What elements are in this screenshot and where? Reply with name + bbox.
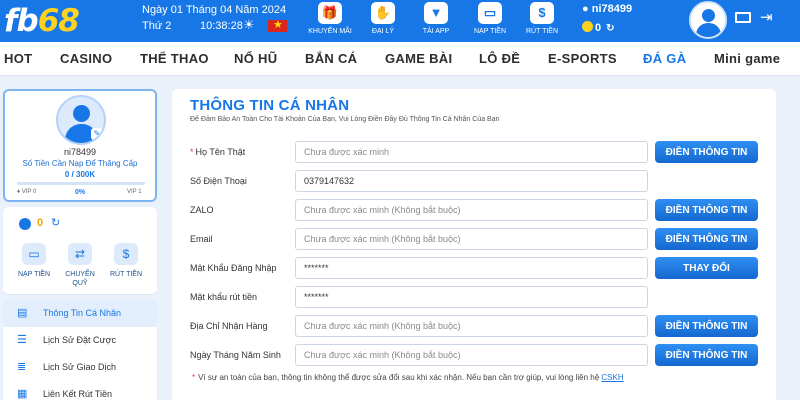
required-mark: * [192,373,196,382]
nav-lottery[interactable]: LÔ ĐỀ [479,51,520,67]
promotion-button[interactable]: 🎁 KHUYẾN MÃI [302,2,358,40]
link-icon: ▦ [17,388,28,400]
email-input[interactable] [295,228,648,250]
current-time: 10:38:28 [200,20,243,32]
nav-slots[interactable]: NỔ HŨ [234,51,277,67]
personal-info-panel: THÔNG TIN CÁ NHÂN Để Đảm Bảo An Toàn Cho… [172,89,776,400]
full-name-input[interactable] [295,141,648,163]
id-card-icon: ▤ [17,307,28,319]
brand-logo[interactable]: fb68 [4,3,80,39]
vip-next-badge: VIP 1 [127,189,142,195]
withdraw-password-input[interactable] [295,286,648,308]
sidebar-item-personal-info[interactable]: ▤ Thông Tin Cá Nhân [3,301,157,327]
birthday-input[interactable] [295,344,648,366]
profile-username: ni78499 [63,147,97,157]
shipping-address-label: Địa Chỉ Nhận Hàng [190,321,268,331]
logout-icon[interactable]: ⇥ [760,10,773,26]
sidebar-item-withdraw-link[interactable]: ▦ Liên Kết Rút Tiền [3,382,157,400]
user-icon: ● [582,3,589,15]
email-label: Email [190,234,213,244]
withdraw-icon: $ [530,2,554,24]
fill-email-button[interactable]: ĐIỀN THÔNG TIN [655,228,758,250]
nav-esports[interactable]: E-SPORTS [548,51,617,67]
upgrade-progress-value: 0 / 300K [64,170,96,179]
profile-avatar[interactable]: ✎ [56,95,106,145]
phone-label: Số Điện Thoại [190,176,247,186]
nav-cockfighting[interactable]: ĐÁ GÀ [643,51,686,67]
login-password-input[interactable] [295,257,648,279]
header-username: ● ni78499 [582,3,633,15]
fill-zalo-button[interactable]: ĐIỀN THÔNG TIN [655,199,758,221]
required-mark: * [190,147,194,157]
wallet-withdraw-button[interactable]: $ RÚT TIỀN [103,243,149,279]
nav-sports[interactable]: THỂ THAO [140,51,209,67]
vip-current-badge: ♦ VIP 0 [17,189,37,195]
profile-card: ✎ ni78499 Số Tiền Cần Nạp Để Thăng Cấp 0… [3,89,157,202]
download-app-button[interactable]: ▼ TẢI APP [408,2,464,40]
deposit-button[interactable]: ▭ NẠP TIỀN [462,2,518,40]
mail-icon[interactable] [735,12,751,23]
transaction-icon: ≣ [17,361,27,373]
gift-icon: 🎁 [318,2,342,24]
nav-casino[interactable]: CASINO [60,51,112,67]
main-nav: HOT CASINO THỂ THAO NỔ HŨ BẮN CÁ GAME BÀ… [0,42,800,76]
current-date: Ngày 01 Tháng 04 Năm 2024 [142,4,287,16]
header-avatar[interactable] [689,1,727,39]
birthday-label: Ngày Tháng Năm Sinh [190,350,281,360]
vip-progress-bar [17,182,145,185]
account-menu: ▤ Thông Tin Cá Nhân ☰ Lịch Sử Đặt Cược ≣… [3,301,157,400]
wallet-card: 0 ↻ ▭ NẠP TIỀN ⇄ CHUYỂN QUỸ $ RÚT TIỀN [3,207,157,295]
phone-download-icon: ▼ [424,2,448,24]
agent-button[interactable]: ✋ ĐẠI LÝ [355,2,411,40]
history-icon: ☰ [17,334,27,346]
coin-icon [19,218,31,230]
vietnam-flag-icon[interactable]: ★ [268,19,287,32]
nav-fishing[interactable]: BẮN CÁ [305,51,357,67]
wallet-deposit-button[interactable]: ▭ NẠP TIỀN [11,243,57,279]
page-subtitle: Để Đảm Bảo An Toàn Cho Tài Khoản Của Bạn… [190,116,500,123]
wallet-balance: 0 [37,217,44,229]
coin-icon [582,21,593,32]
edit-icon[interactable]: ✎ [91,128,103,140]
upgrade-requirement-label: Số Tiền Cần Nạp Để Thăng Cấp [22,159,138,168]
diamond-icon: ♦ [17,189,21,195]
shipping-address-input[interactable] [295,315,648,337]
wallet-icon: ▭ [478,2,502,24]
login-password-label: Mật Khẩu Đăng Nhập [190,263,277,273]
nav-mini-game[interactable]: Mini game [714,51,780,67]
zalo-input[interactable] [295,199,648,221]
page-title: THÔNG TIN CÁ NHÂN [190,97,350,114]
zalo-label: ZALO [190,205,214,215]
fill-birthday-button[interactable]: ĐIỀN THÔNG TIN [655,344,758,366]
nav-hot[interactable]: HOT [4,51,32,67]
top-header: fb68 Ngày 01 Tháng 04 Năm 2024 Thứ 2 10:… [0,0,800,42]
vip-progress-percent: 0% [75,189,86,196]
sun-icon: ☀ [243,17,255,32]
support-link[interactable]: CSKH [601,373,623,382]
nav-card-games[interactable]: GAME BÀI [385,51,452,67]
change-password-button[interactable]: THAY ĐỔI [655,257,758,279]
handshake-icon: ✋ [371,2,395,24]
header-balance: 0 ↻ [582,21,615,35]
refresh-icon[interactable]: ↻ [51,216,60,229]
withdraw-button[interactable]: $ RÚT TIỀN [514,2,570,40]
withdraw-icon: $ [114,243,138,265]
security-note: * Vì sự an toàn của bạn, thông tin không … [192,373,624,382]
full-name-label: * Họ Tên Thật [190,147,246,157]
fill-address-button[interactable]: ĐIỀN THÔNG TIN [655,315,758,337]
withdraw-password-label: Mật khẩu rút tiền [190,292,258,302]
refresh-icon[interactable]: ↻ [606,23,614,34]
current-weekday: Thứ 2 [142,20,172,32]
sidebar-item-bet-history[interactable]: ☰ Lịch Sử Đặt Cược [3,328,157,354]
wallet-icon: ▭ [22,243,46,265]
sidebar-item-transaction-history[interactable]: ≣ Lịch Sử Giao Dịch [3,355,157,381]
fill-full-name-button[interactable]: ĐIỀN THÔNG TIN [655,141,758,163]
wallet-transfer-button[interactable]: ⇄ CHUYỂN QUỸ [57,243,103,288]
phone-input[interactable] [295,170,648,192]
transfer-icon: ⇄ [68,243,92,265]
